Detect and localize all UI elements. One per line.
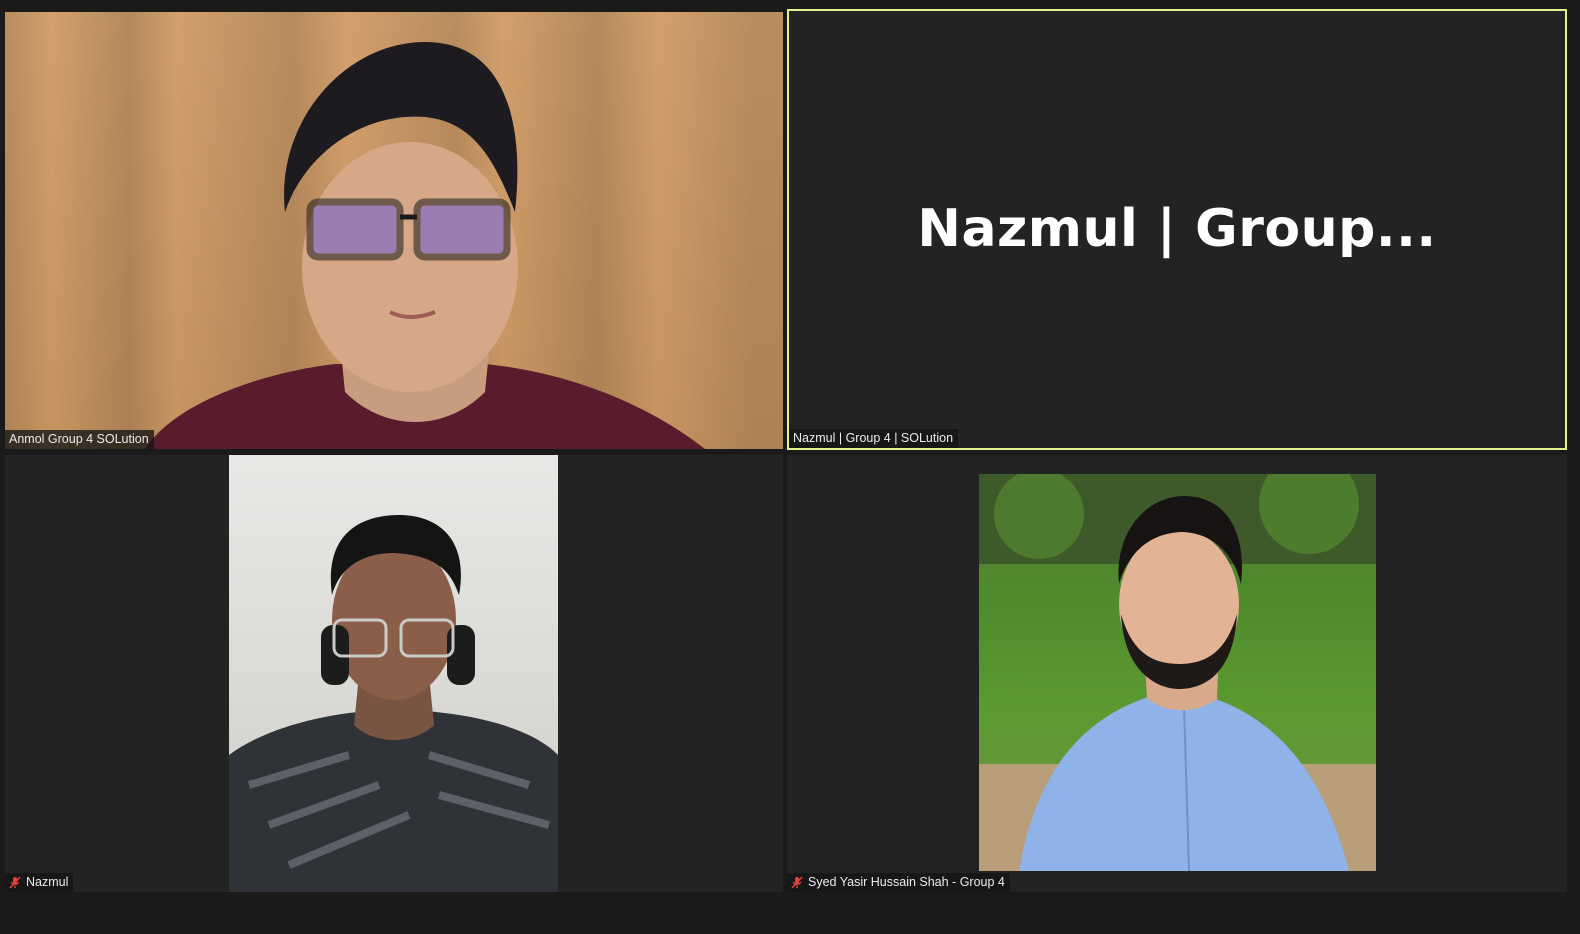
participant-display-name: Nazmul | Group... bbox=[917, 199, 1437, 259]
participant-name: Anmol Group 4 SOLution bbox=[9, 432, 149, 446]
participant-name-label: Nazmul | Group 4 | SOLution bbox=[789, 429, 959, 448]
webcam-feed bbox=[5, 12, 783, 449]
video-tile-nazmul-group[interactable]: Nazmul | Group... Nazmul | Group 4 | SOL… bbox=[787, 9, 1567, 450]
participant-name-label: Syed Yasir Hussain Shah - Group 4 bbox=[787, 873, 1010, 892]
webcam-feed bbox=[229, 455, 558, 892]
video-tile-anmol[interactable]: Anmol Group 4 SOLution bbox=[5, 12, 783, 449]
participant-video-image bbox=[229, 515, 558, 892]
participant-name: Nazmul bbox=[26, 875, 69, 889]
mic-muted-icon bbox=[9, 875, 21, 889]
profile-picture bbox=[979, 455, 1376, 872]
mic-muted-icon bbox=[791, 875, 803, 889]
participant-photo-image bbox=[979, 455, 1376, 872]
participant-name-label: Anmol Group 4 SOLution bbox=[5, 430, 154, 449]
participant-name-label: Nazmul bbox=[5, 873, 74, 892]
participant-name: Nazmul | Group 4 | SOLution bbox=[793, 431, 954, 445]
video-tile-syed-yasir[interactable]: Syed Yasir Hussain Shah - Group 4 bbox=[787, 455, 1567, 892]
video-tile-nazmul[interactable]: Nazmul bbox=[5, 455, 783, 892]
participant-video-image bbox=[145, 42, 705, 449]
participant-name: Syed Yasir Hussain Shah - Group 4 bbox=[808, 875, 1005, 889]
